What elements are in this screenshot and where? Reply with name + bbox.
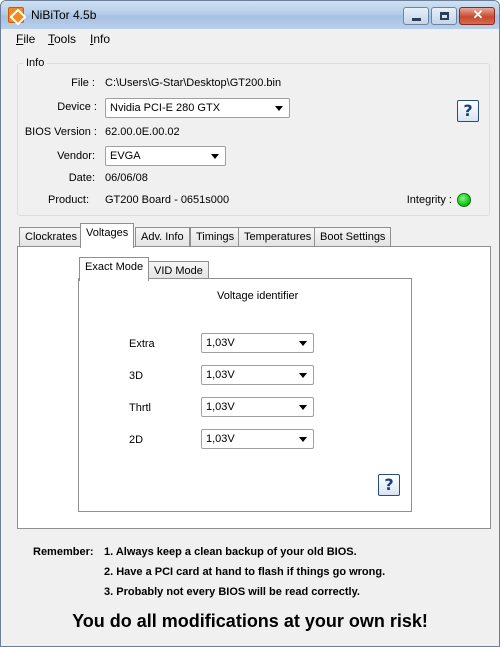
- tab-temperatures[interactable]: Temperatures: [238, 227, 318, 247]
- voltage-select-thrtl-value: 1,03V: [206, 401, 235, 413]
- device-label: Device :: [57, 101, 97, 113]
- chevron-down-icon: [299, 373, 307, 378]
- integrity-label: Integrity :: [406, 194, 452, 206]
- help-question-icon: ?: [384, 475, 394, 494]
- window-title: NiBiTor 4.5b: [31, 8, 97, 22]
- vendor-select[interactable]: EVGA: [105, 146, 226, 166]
- file-path-value: C:\Users\G-Star\Desktop\GT200.bin: [105, 77, 282, 89]
- voltages-help-button[interactable]: ?: [378, 474, 400, 496]
- bios-version-label: BIOS Version :: [24, 126, 97, 138]
- menu-tools[interactable]: Tools: [48, 32, 76, 46]
- voltage-identifier-heading: Voltage identifier: [217, 290, 299, 302]
- voltage-label-thrtl: Thrtl: [129, 402, 151, 414]
- file-label: File :: [71, 77, 95, 89]
- tab-adv-info[interactable]: Adv. Info: [135, 227, 190, 247]
- chevron-down-icon: [211, 154, 219, 159]
- voltage-select-thrtl[interactable]: 1,03V: [201, 397, 314, 417]
- tab-timings[interactable]: Timings: [190, 227, 241, 247]
- remember-item-3: 3. Probably not every BIOS will be read …: [104, 586, 360, 598]
- voltage-label-extra: Extra: [129, 338, 155, 350]
- bios-version-value: 62.00.0E.00.02: [105, 126, 180, 138]
- title-bar[interactable]: NiBiTor 4.5b ✕: [1, 1, 499, 29]
- maximize-button[interactable]: [431, 7, 457, 25]
- date-value: 06/06/08: [105, 172, 148, 184]
- product-value: GT200 Board - 0651s000: [105, 194, 230, 206]
- voltage-label-2d: 2D: [129, 434, 144, 446]
- info-help-button[interactable]: ?: [457, 100, 479, 122]
- menu-bar: File Tools Info: [1, 29, 499, 49]
- tab-clockrates[interactable]: Clockrates: [19, 227, 83, 247]
- chevron-down-icon: [299, 341, 307, 346]
- info-legend: Info: [23, 57, 48, 69]
- close-icon: ✕: [472, 7, 484, 22]
- menu-file[interactable]: File: [16, 32, 35, 46]
- voltage-select-3d[interactable]: 1,03V: [201, 365, 314, 385]
- tab-boot-settings[interactable]: Boot Settings: [314, 227, 392, 247]
- remember-item-2: 2. Have a PCI card at hand to flash if t…: [104, 566, 386, 578]
- status-led-icon: [457, 193, 471, 207]
- device-select[interactable]: Nvidia PCI-E 280 GTX: [105, 98, 290, 118]
- device-select-value: Nvidia PCI-E 280 GTX: [110, 102, 221, 114]
- exact-mode-panel: [78, 278, 412, 512]
- voltage-select-2d-value: 1,03V: [206, 433, 235, 445]
- voltage-select-3d-value: 1,03V: [206, 369, 235, 381]
- remember-item-1: 1. Always keep a clean backup of your ol…: [104, 546, 357, 558]
- minimize-button[interactable]: [403, 7, 429, 25]
- date-label: Date:: [68, 172, 95, 184]
- product-label: Product:: [48, 194, 89, 206]
- chevron-down-icon: [275, 106, 283, 111]
- vendor-label: Vendor:: [57, 150, 95, 162]
- risk-warning: You do all modifications at your own ris…: [72, 611, 428, 631]
- close-button[interactable]: ✕: [459, 7, 495, 25]
- subtab-exact-mode[interactable]: Exact Mode: [79, 257, 150, 281]
- remember-label: Remember:: [33, 546, 94, 558]
- voltage-select-extra-value: 1,03V: [206, 337, 235, 349]
- tab-voltages[interactable]: Voltages: [80, 223, 135, 248]
- vendor-select-value: EVGA: [110, 150, 141, 162]
- minimize-icon: [412, 18, 421, 21]
- app-window: NiBiTor 4.5b ✕ File Tools Info Info File…: [0, 0, 500, 647]
- chevron-down-icon: [299, 405, 307, 410]
- voltage-label-3d: 3D: [129, 370, 144, 382]
- maximize-icon: [440, 12, 449, 20]
- voltage-select-extra[interactable]: 1,03V: [201, 333, 314, 353]
- nibitor-app-icon[interactable]: [8, 7, 24, 23]
- chevron-down-icon: [299, 437, 307, 442]
- menu-info[interactable]: Info: [90, 32, 110, 46]
- help-question-icon: ?: [463, 101, 473, 120]
- voltage-select-2d[interactable]: 1,03V: [201, 429, 314, 449]
